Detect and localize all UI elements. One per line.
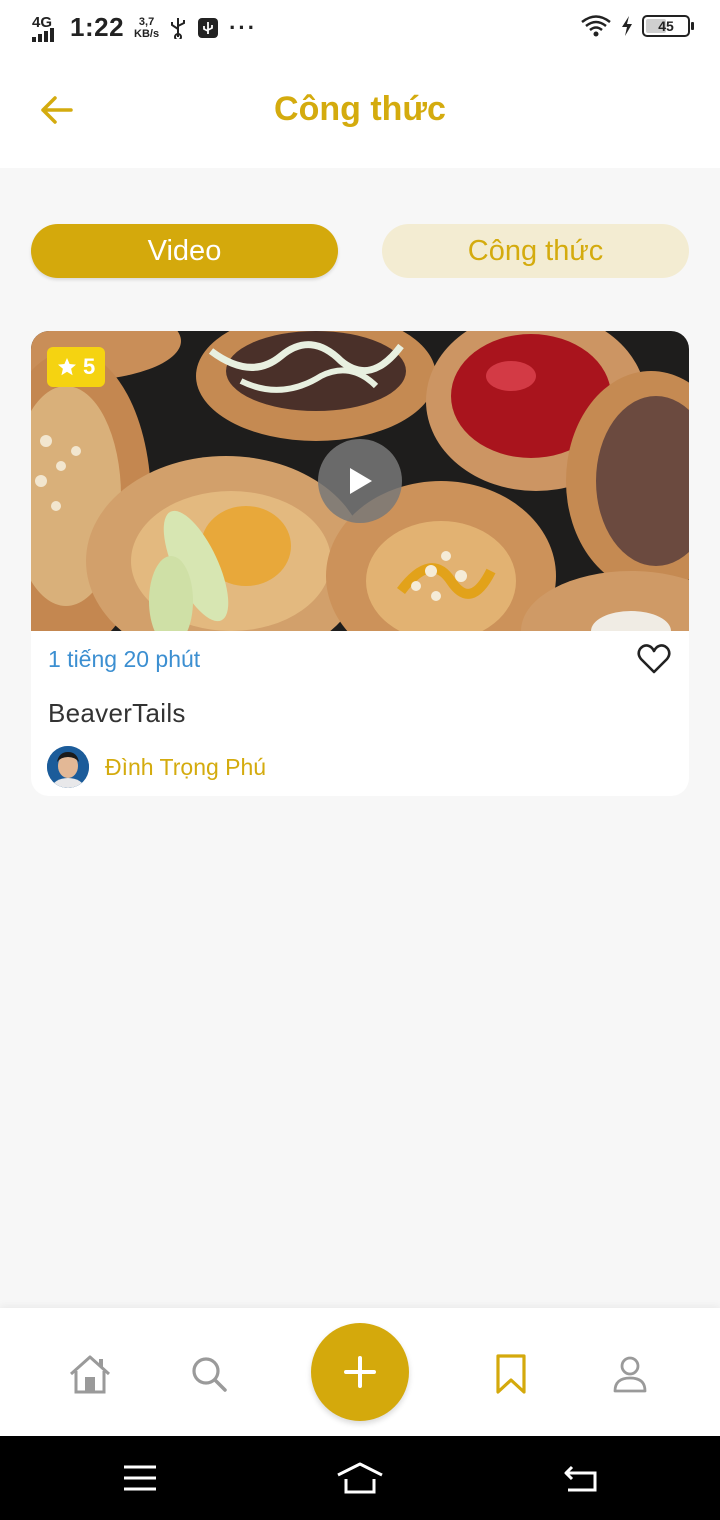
home-icon: [69, 1355, 111, 1394]
play-icon: [350, 468, 372, 494]
recipe-name: BeaverTails: [48, 698, 186, 728]
star-icon: [58, 358, 76, 376]
recipe-card[interactable]: 5 1 tiếng 20 phút BeaverTails Đình Trọng…: [31, 331, 689, 796]
add-recipe-button[interactable]: [311, 1323, 409, 1421]
favorite-button[interactable]: [636, 641, 672, 677]
page-title: Công thức: [274, 90, 446, 128]
status-left: 4G 1:22 3,7 KB/s ···: [30, 12, 257, 43]
home-outline-icon: [337, 1462, 383, 1494]
nav-search[interactable]: [187, 1352, 231, 1396]
nav-saved[interactable]: [489, 1352, 533, 1396]
battery-icon: 45: [642, 15, 694, 37]
signal-icon: 4G: [30, 14, 60, 42]
user-icon: [613, 1356, 647, 1393]
back-return-icon: [564, 1465, 597, 1492]
usb-icon: [171, 17, 186, 39]
play-button[interactable]: [318, 439, 402, 523]
rating-value: 5: [83, 354, 96, 379]
tab-recipe[interactable]: Công thức: [382, 224, 689, 278]
recipe-video-thumbnail[interactable]: 5: [31, 331, 689, 631]
app-header: Công thức: [0, 56, 720, 168]
menu-icon: [124, 1465, 156, 1491]
wifi-icon: [581, 15, 611, 37]
system-home-button[interactable]: [336, 1458, 384, 1498]
charging-icon: [622, 16, 632, 36]
usb-debug-icon: [198, 17, 219, 38]
system-navigation-bar: [0, 1436, 720, 1520]
more-notifications: ···: [229, 14, 258, 40]
plus-icon: [344, 1356, 376, 1388]
nav-profile[interactable]: [608, 1352, 652, 1396]
tab-video[interactable]: Video: [31, 224, 338, 278]
author-avatar[interactable]: [47, 746, 89, 788]
network-speed: 3,7 KB/s: [134, 15, 160, 40]
clock: 1:22: [70, 12, 125, 42]
status-bar: 4G 1:22 3,7 KB/s ··· 45: [0, 0, 720, 56]
system-menu-button[interactable]: [116, 1458, 164, 1498]
bookmark-icon: [496, 1354, 526, 1394]
author-name[interactable]: Đình Trọng Phú: [105, 754, 266, 781]
search-icon: [192, 1357, 227, 1392]
system-back-button[interactable]: [556, 1458, 604, 1498]
cook-duration: 1 tiếng 20 phút: [48, 646, 201, 672]
avatar-image: [47, 746, 89, 788]
rating-badge: 5: [47, 347, 106, 387]
battery-level: 45: [658, 18, 674, 34]
nav-home[interactable]: [68, 1352, 112, 1396]
bottom-navigation: [0, 1308, 720, 1436]
heart-outline-icon: [637, 644, 671, 674]
status-right: 45: [580, 14, 694, 38]
